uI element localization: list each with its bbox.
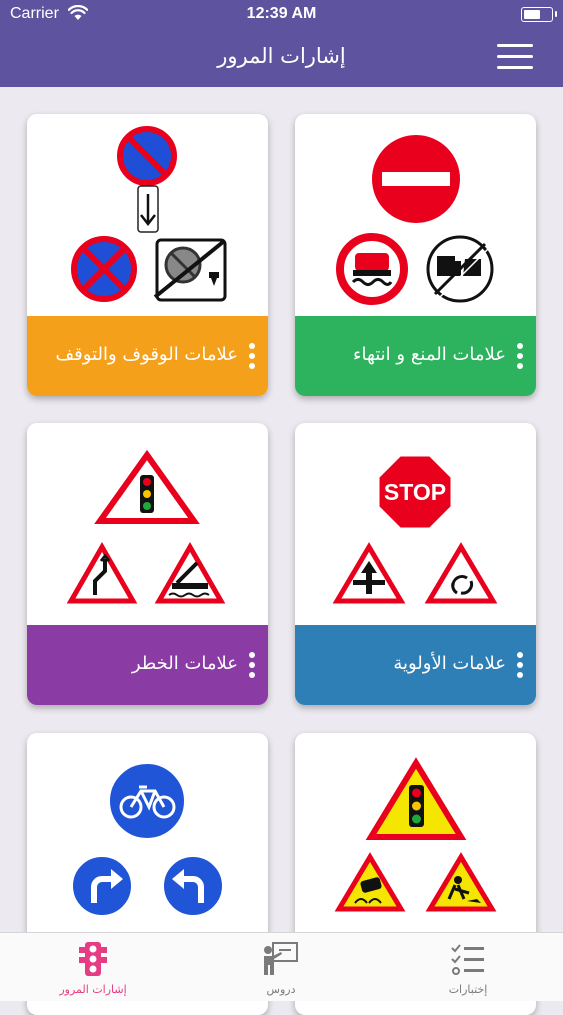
- card-label: علامات الخطر: [131, 653, 238, 674]
- checklist-icon: [451, 944, 484, 975]
- card-footer[interactable]: علامات الخطر: [27, 625, 268, 705]
- card-image: [27, 114, 268, 316]
- battery-icon: [521, 7, 557, 22]
- end-parking-zone-icon: [153, 238, 227, 302]
- card-prohibition-signs[interactable]: علامات المنع و انتهاء: [295, 114, 536, 396]
- card-image: [27, 733, 268, 935]
- traffic-light-warning-icon: [94, 449, 200, 524]
- traffic-light-icon: [79, 942, 107, 976]
- card-danger-signs[interactable]: علامات الخطر: [27, 423, 268, 705]
- tab-tests[interactable]: إختبارات: [398, 933, 538, 1001]
- card-image: [27, 423, 268, 625]
- card-footer[interactable]: علامات الأولوية: [295, 625, 536, 705]
- status-time: 12:39 AM: [246, 5, 317, 22]
- card-label: علامات الوقوف والتوقف: [55, 344, 239, 365]
- more-options-icon[interactable]: [248, 652, 256, 678]
- card-label: علامات المنع و انتهاء: [353, 344, 506, 365]
- status-bar: Carrier 12:39 AM: [0, 0, 563, 30]
- card-priority-signs[interactable]: STOP علامات الأولوية: [295, 423, 536, 705]
- card-footer[interactable]: علامات المنع و انتهاء: [295, 316, 536, 396]
- nav-bar: إشارات المرور: [0, 30, 563, 87]
- roundabout-icon: [424, 542, 498, 604]
- no-stopping-icon: [71, 236, 137, 302]
- turn-right-icon: [71, 855, 133, 917]
- card-image: [295, 114, 536, 316]
- no-parking-icon: [117, 126, 177, 186]
- more-options-icon[interactable]: [248, 343, 256, 369]
- card-label: علامات الأولوية: [393, 653, 506, 674]
- stop-sign-icon: STOP: [376, 453, 454, 531]
- tab-label: إشارات المرور: [59, 983, 127, 996]
- priority-crossroad-icon: [332, 542, 406, 604]
- swing-bridge-icon: [154, 541, 226, 604]
- no-dangerous-goods-icon: [336, 233, 408, 305]
- tab-traffic-signs[interactable]: إشارات المرور: [23, 933, 163, 1001]
- page-title: إشارات المرور: [217, 44, 346, 68]
- tab-label: دروس: [266, 983, 296, 996]
- road-works-icon: [425, 852, 497, 912]
- teacher-board-icon: [264, 942, 298, 975]
- card-parking-stopping-signs[interactable]: علامات الوقوف والتوقف: [27, 114, 268, 396]
- bicycle-lane-icon: [108, 762, 186, 840]
- tab-label: إختبارات: [448, 983, 488, 996]
- card-footer[interactable]: علامات الوقوف والتوقف: [27, 316, 268, 396]
- end-no-overtaking-trucks-icon: [426, 235, 494, 303]
- card-image: STOP: [295, 423, 536, 625]
- hamburger-menu-button[interactable]: [497, 44, 533, 70]
- more-options-icon[interactable]: [516, 343, 524, 369]
- more-options-icon[interactable]: [516, 652, 524, 678]
- tab-lessons[interactable]: دروس: [211, 933, 351, 1001]
- slippery-road-icon: [334, 852, 406, 912]
- winding-road-icon: [66, 541, 138, 604]
- stop-sign-text: STOP: [384, 479, 446, 505]
- tab-bar: إختبارات دروس إشارات المرور: [0, 932, 563, 1001]
- card-image: [295, 733, 536, 935]
- turn-left-icon: [162, 855, 224, 917]
- no-entry-icon: [370, 133, 462, 225]
- temporary-traffic-light-icon: [365, 757, 467, 840]
- arrow-down-icon: [137, 185, 159, 233]
